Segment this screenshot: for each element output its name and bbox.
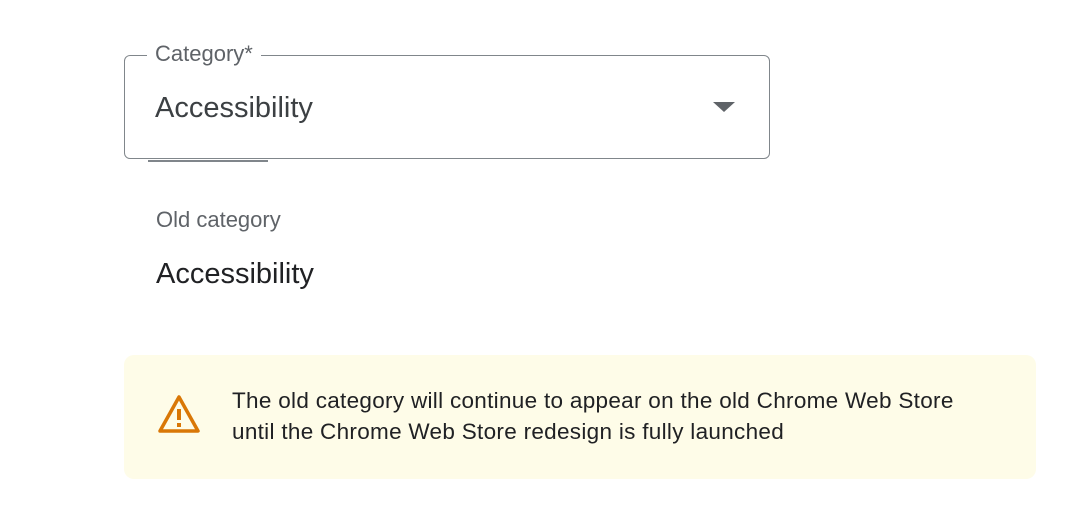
info-notice: The old category will continue to appear… xyxy=(124,355,1036,479)
category-select-value: Accessibility xyxy=(155,92,313,124)
warning-icon xyxy=(158,395,200,433)
old-category-value: Accessibility xyxy=(156,258,314,290)
select-underline xyxy=(148,160,268,162)
notice-text: The old category will continue to appear… xyxy=(232,385,1012,447)
notice-text-line1: The old category will continue to appear… xyxy=(232,388,954,413)
old-category-label: Old category xyxy=(156,207,281,232)
category-select[interactable]: Category* Accessibility xyxy=(124,40,770,159)
notice-text-line2: until the Chrome Web Store redesign is f… xyxy=(232,419,785,444)
dropdown-arrow-icon[interactable] xyxy=(713,102,735,112)
category-select-label: Category* xyxy=(147,40,261,68)
